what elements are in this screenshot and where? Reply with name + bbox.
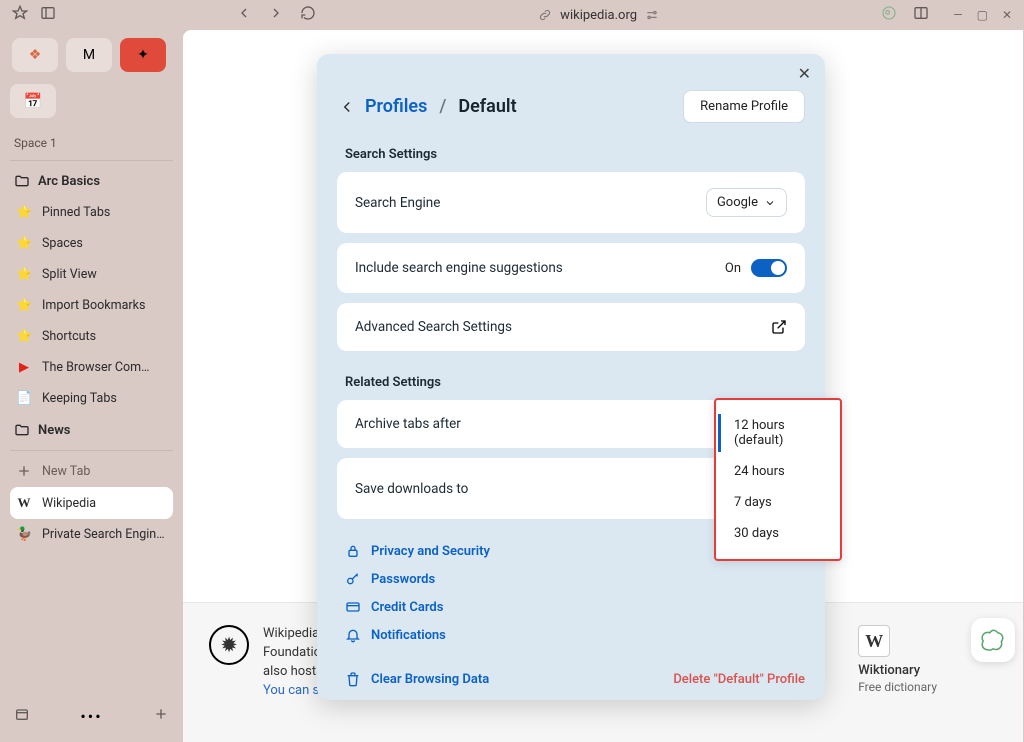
- search-engine-select[interactable]: Google: [706, 188, 787, 217]
- section-search-settings: Search Settings: [345, 147, 805, 162]
- tab-private-search[interactable]: 🦆Private Search Engin…: [10, 519, 173, 550]
- sidebar-item-import-bookmarks[interactable]: ⭐Import Bookmarks: [10, 290, 173, 321]
- divider: [10, 450, 173, 451]
- folder-arc-basics[interactable]: Arc Basics: [10, 165, 173, 197]
- divider: [10, 160, 173, 161]
- link-icon: [538, 8, 552, 22]
- archive-icon[interactable]: [14, 706, 30, 726]
- breadcrumb-profiles[interactable]: Profiles: [365, 96, 427, 117]
- favorite-tile-1[interactable]: ❖: [12, 38, 58, 72]
- sidebar-item-browser-company[interactable]: ▶The Browser Com…: [10, 352, 173, 383]
- more-icon[interactable]: •••: [80, 707, 102, 726]
- delete-profile-link[interactable]: Delete "Default" Profile: [673, 672, 805, 687]
- dropdown-option-24h[interactable]: 24 hours: [716, 456, 840, 487]
- favorite-tile-gmail[interactable]: M: [66, 38, 112, 72]
- row-advanced-search[interactable]: Advanced Search Settings: [337, 303, 805, 351]
- new-tab-button[interactable]: New Tab: [10, 455, 173, 487]
- sidebar-item-shortcuts[interactable]: ⭐Shortcuts: [10, 321, 173, 352]
- sidebar-item-spaces[interactable]: ⭐Spaces: [10, 228, 173, 259]
- link-notifications[interactable]: Notifications: [345, 627, 805, 643]
- sidebar-item-pinned-tabs[interactable]: ⭐Pinned Tabs: [10, 197, 173, 228]
- modal-header: Profiles / Default Rename Profile: [337, 54, 805, 123]
- nav-reload-icon[interactable]: [300, 5, 316, 25]
- wiktionary-icon: W: [858, 625, 890, 657]
- lock-icon: [345, 543, 361, 559]
- window-maximize-icon[interactable]: ▢: [977, 8, 988, 22]
- related-links: Privacy and Security Passwords Credit Ca…: [345, 543, 805, 687]
- titlebar: wikipedia.org — ▢ ✕: [0, 0, 1024, 30]
- folder-icon: [14, 422, 30, 438]
- key-icon: [345, 571, 361, 587]
- nav-back-icon[interactable]: [236, 5, 252, 25]
- url-text: wikipedia.org: [560, 8, 637, 23]
- breadcrumb-separator: /: [439, 96, 446, 117]
- site-settings-icon[interactable]: [645, 8, 659, 22]
- favorite-tiles: ❖ M ✦: [10, 38, 173, 72]
- link-passwords[interactable]: Passwords: [345, 571, 805, 587]
- row-search-engine: Search Engine Google: [337, 172, 805, 233]
- dropdown-option-30d[interactable]: 30 days: [716, 518, 840, 549]
- profile-settings-modal: ✕ Profiles / Default Rename Profile Sear…: [317, 54, 825, 700]
- sidebar: ❖ M ✦ 📅 Space 1 Arc Basics ⭐Pinned Tabs …: [0, 30, 183, 742]
- chatgpt-fab[interactable]: [971, 618, 1015, 662]
- folder-icon: [14, 173, 30, 189]
- split-view-icon[interactable]: [913, 5, 929, 25]
- wikimedia-logo-icon: ✹: [209, 625, 249, 665]
- link-credit-cards[interactable]: Credit Cards: [345, 599, 805, 615]
- url-bar[interactable]: wikipedia.org: [538, 8, 659, 23]
- sidebar-footer: •••: [10, 698, 173, 734]
- chevron-down-icon: [764, 197, 776, 209]
- tab-wikipedia[interactable]: WWikipedia: [10, 487, 173, 519]
- sidebar-toggle-icon[interactable]: [40, 5, 56, 25]
- row-suggestions: Include search engine suggestions On: [337, 243, 805, 293]
- space-label: Space 1: [10, 130, 173, 156]
- plus-icon: [16, 463, 32, 479]
- breadcrumb-current: Default: [458, 96, 516, 117]
- favorite-tile-calendar[interactable]: 📅: [10, 84, 56, 118]
- dropdown-option-7d[interactable]: 7 days: [716, 487, 840, 518]
- back-icon[interactable]: [337, 97, 357, 117]
- arc-logo-icon[interactable]: [12, 5, 28, 25]
- window-minimize-icon[interactable]: —: [953, 8, 962, 22]
- sidebar-item-split-view[interactable]: ⭐Split View: [10, 259, 173, 290]
- chatgpt-icon[interactable]: [881, 5, 897, 25]
- rename-profile-button[interactable]: Rename Profile: [683, 90, 805, 123]
- card-icon: [345, 599, 361, 615]
- external-link-icon: [771, 319, 787, 335]
- link-clear-data[interactable]: Clear Browsing Data: [345, 671, 489, 687]
- sidebar-item-keeping-tabs[interactable]: 📄Keeping Tabs: [10, 383, 173, 414]
- section-related-settings: Related Settings: [345, 375, 805, 390]
- trash-icon: [345, 671, 361, 687]
- bell-icon: [345, 627, 361, 643]
- window-close-icon[interactable]: ✕: [1002, 8, 1012, 22]
- close-icon[interactable]: ✕: [798, 64, 811, 83]
- archive-tabs-dropdown: 12 hours (default) 24 hours 7 days 30 da…: [714, 398, 842, 561]
- dropdown-option-12h[interactable]: 12 hours (default): [716, 410, 840, 456]
- suggestions-toggle[interactable]: [751, 259, 787, 277]
- nav-forward-icon[interactable]: [268, 5, 284, 25]
- add-icon[interactable]: [153, 706, 169, 726]
- folder-news[interactable]: News: [10, 414, 173, 446]
- favorite-tile-3[interactable]: ✦: [120, 38, 166, 72]
